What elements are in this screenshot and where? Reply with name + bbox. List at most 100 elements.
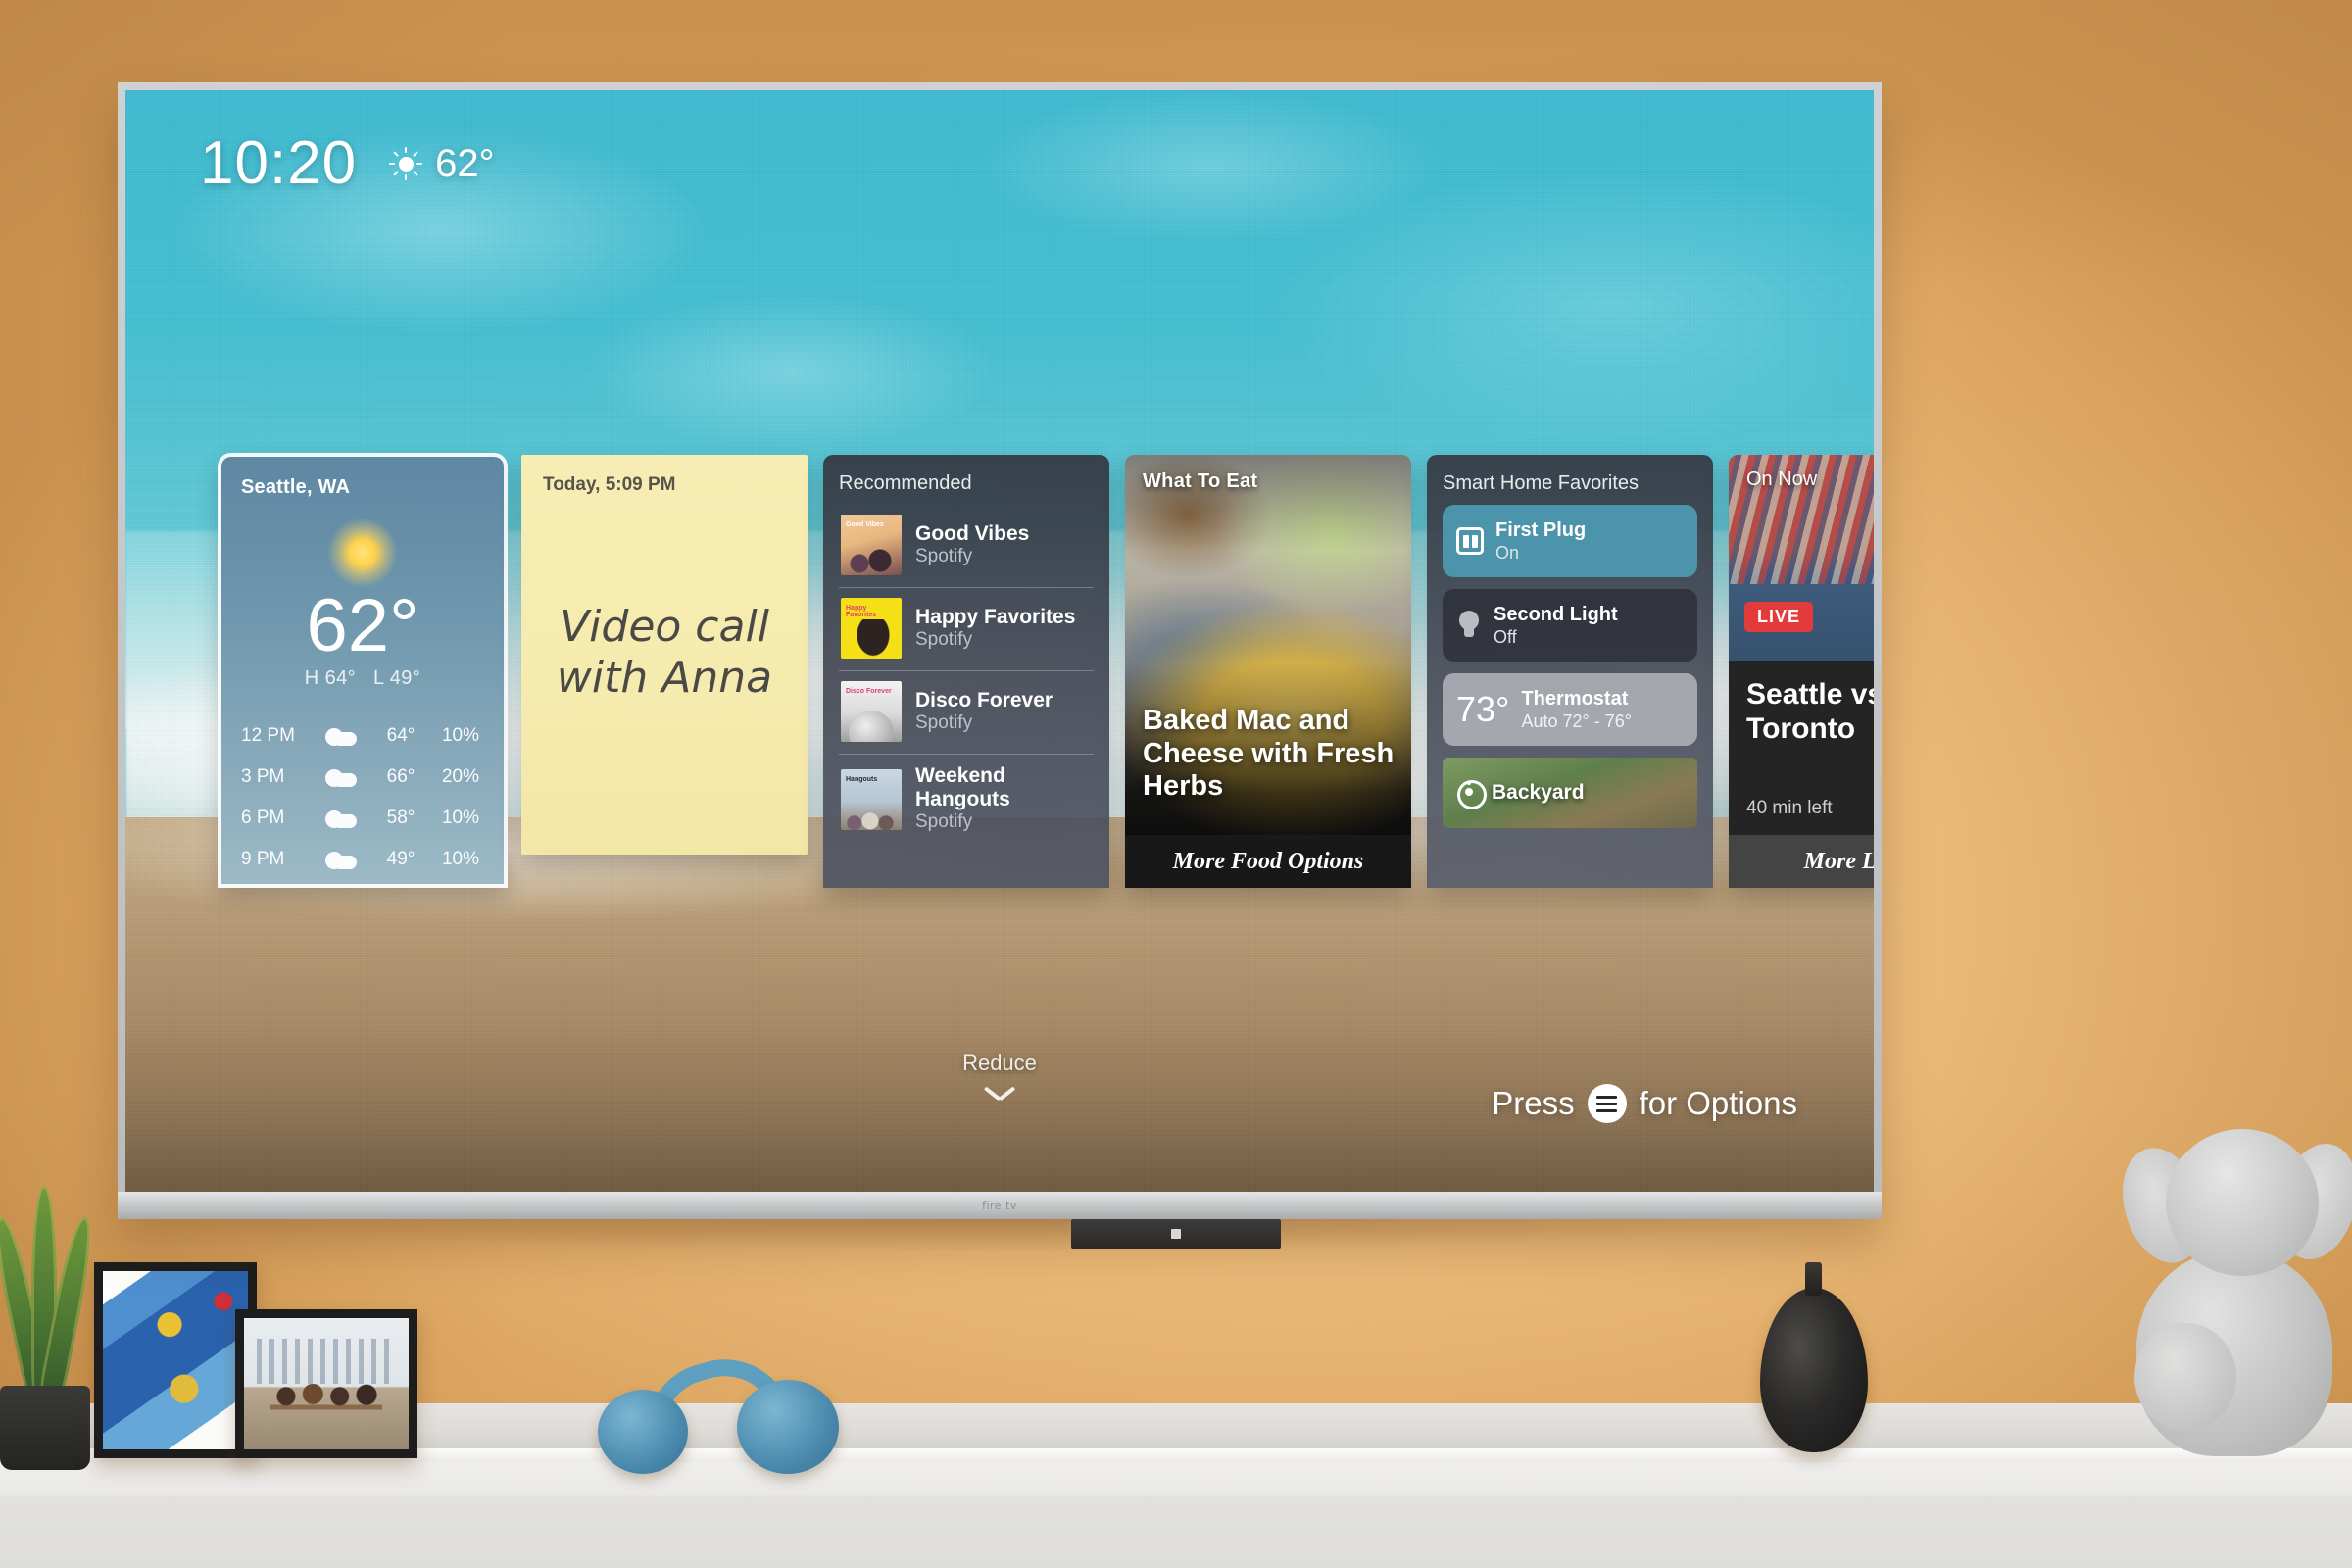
more-food-options-button[interactable]: More Food Options [1125,835,1411,888]
headphones [598,1343,853,1474]
bulb-icon [1456,611,1482,640]
album-art-label: Happy Favorites [846,605,877,619]
device-name: Second Light [1494,603,1618,625]
hour-precip: 20% [441,766,480,788]
options-hint: Press for Options [1492,1084,1797,1123]
album-art: Hangouts [841,768,902,830]
smart-device-backyard-camera[interactable]: Backyard [1443,758,1697,828]
thermostat-mode: Auto 72° - 76° [1521,710,1632,731]
smart-device-thermostat[interactable]: 73° Thermostat Auto 72° - 76° [1443,673,1697,746]
smart-home-title: Smart Home Favorites [1443,472,1640,494]
more-live-tv-button[interactable]: More Live TV [1729,835,1874,888]
framed-artwork-abstract [94,1262,257,1458]
status-badge-live: LIVE [1744,602,1814,632]
options-hint-prefix: Press [1492,1085,1575,1121]
recommended-title: Recommended [839,472,972,494]
note-body: Video call with Anna [556,602,773,703]
reduce-control[interactable]: Reduce [962,1051,1037,1102]
tv-shadow [137,1215,1862,1250]
weather-current-temp: 62° [306,584,419,667]
weather-city: Seattle, WA [241,476,351,498]
on-now-card[interactable]: On Now LIVE Seattle vs. Toronto 40 min l… [1729,455,1874,888]
album-art-label: Disco Forever [846,688,892,695]
photo-scrim [1125,455,1411,888]
recipe-title: Baked Mac and Cheese with Fresh Herbs [1143,705,1395,803]
tv-screen: 10:20 62° Seattle, WA 62° H 64° L 49° 12… [125,90,1874,1192]
album-art-label: Good Vibes [846,521,884,528]
media-device [1071,1219,1281,1249]
thermostat-value: 73° [1456,689,1510,729]
sun-icon [388,146,423,181]
device-state: Off [1494,626,1517,647]
status-bar: 10:20 62° [200,133,495,194]
weather-high: H 64° [304,667,357,690]
widget-rail: Seattle, WA 62° H 64° L 49° 12 PM 64° 10… [218,453,1874,888]
playlist-name: Weekend Hangouts [915,764,1010,811]
device-state: On [1495,542,1520,563]
album-art-label: Hangouts [846,775,878,783]
camera-name: Backyard [1492,781,1585,804]
hour-temp: 49° [386,849,416,870]
live-time-left: 40 min left [1746,798,1833,818]
options-hint-suffix: for Options [1639,1085,1797,1121]
framed-photo-kids-skyline [235,1309,417,1458]
album-art: Good Vibes [841,514,902,575]
hour-temp: 64° [386,725,416,747]
on-now-header: On Now [1746,468,1818,490]
what-to-eat-card[interactable]: What To Eat Baked Mac and Cheese with Fr… [1125,455,1411,888]
cloud-icon [323,810,357,829]
hour-time: 6 PM [241,808,285,829]
weather-hourly-list: 12 PM 64° 10% 3 PM 66° 20% 6 PM 58° 10% … [241,725,484,870]
weather-hour-row: 6 PM 58° 10% [241,808,484,829]
weather-hour-row: 9 PM 49° 10% [241,849,484,870]
device-led-icon [1171,1229,1181,1239]
playlist-source: Spotify [915,628,973,650]
reduce-label: Reduce [962,1051,1037,1075]
weather-high-low: H 64° L 49° [241,667,484,690]
plant-pot [0,1386,90,1470]
chevron-down-icon[interactable] [985,1086,1014,1102]
cloud-icon [323,769,357,788]
smart-home-card[interactable]: Smart Home Favorites First Plug On Secon… [1427,455,1713,888]
playlist-name: Good Vibes [915,521,1030,545]
cloud-icon [323,728,357,747]
tv-bezel-bottom: fire tv [118,1192,1882,1219]
list-item[interactable]: Happy Favorites Happy Favorites Spotify [839,588,1094,671]
cloud-icon [323,852,357,870]
brand-logo: fire tv [982,1199,1017,1212]
clock: 10:20 [200,129,358,197]
album-art: Happy Favorites [841,598,902,659]
hour-temp: 58° [386,808,416,829]
console-cabinet [0,1448,2352,1568]
weather-card[interactable]: Seattle, WA 62° H 64° L 49° 12 PM 64° 10… [218,453,508,888]
device-name: First Plug [1495,518,1587,541]
hour-precip: 10% [441,849,480,870]
device-name: Thermostat [1521,687,1629,710]
hamburger-menu-icon[interactable] [1587,1084,1627,1123]
playlist-source: Spotify [915,545,973,566]
weather-low: L 49° [373,667,421,690]
smart-device-first-plug[interactable]: First Plug On [1443,505,1697,577]
hour-time: 12 PM [241,725,295,747]
sun-icon [328,518,397,587]
playlist-source: Spotify [915,811,973,833]
album-art: Disco Forever [841,681,902,742]
hour-precip: 10% [441,725,480,747]
recommended-card[interactable]: Recommended Good Vibes Good Vibes Spotif… [823,455,1109,888]
hour-precip: 10% [441,808,480,829]
hour-temp: 66° [386,766,416,788]
playlist-name: Happy Favorites [915,605,1076,628]
list-item[interactable]: Good Vibes Good Vibes Spotify [839,505,1094,588]
playlist-source: Spotify [915,711,973,733]
food-card-header: What To Eat [1143,470,1258,492]
plug-icon [1456,527,1484,555]
status-weather: 62° [388,142,495,186]
hour-time: 9 PM [241,849,285,870]
smart-device-second-light[interactable]: Second Light Off [1443,589,1697,662]
room-scene: 10:20 62° Seattle, WA 62° H 64° L 49° 12… [0,0,2352,1568]
weather-hour-row: 3 PM 66° 20% [241,766,484,788]
camera-icon [1456,778,1487,809]
sticky-note-card[interactable]: Today, 5:09 PM Video call with Anna [521,455,808,855]
list-item[interactable]: Disco Forever Disco Forever Spotify [839,671,1094,755]
list-item[interactable]: Hangouts Weekend Hangouts Spotify [839,755,1094,846]
